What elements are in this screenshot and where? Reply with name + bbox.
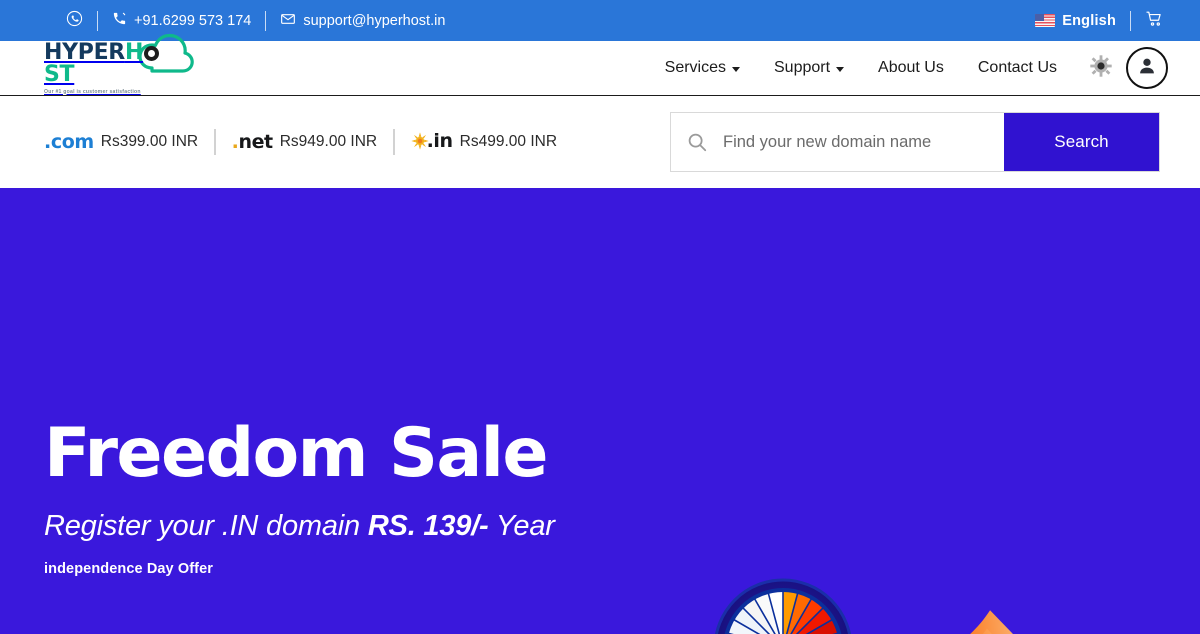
logo-wordmark: HYPERHST	[44, 39, 184, 87]
sun-gear-icon	[1089, 54, 1113, 83]
topbar-divider-2	[265, 10, 267, 31]
nav-item-about-us[interactable]: About Us	[861, 59, 961, 77]
hero-subtitle-prefix: Register your .IN domain	[44, 510, 368, 542]
domain-search-bar: .com Rs399.00 INR .net Rs949.00 INR .in …	[0, 96, 1200, 188]
theme-toggle-button[interactable]	[1088, 54, 1114, 83]
tld-item-net[interactable]: .net Rs949.00 INR	[216, 131, 393, 153]
nav-label-contact-us: Contact Us	[977, 59, 1057, 76]
tld-name-com: .com	[44, 131, 94, 153]
language-label: English	[1062, 12, 1116, 29]
hero-subtitle-suffix: Year	[488, 510, 555, 542]
language-selector[interactable]: English	[1021, 13, 1130, 29]
nav-label-support: Support	[774, 59, 831, 76]
chevron-down-icon	[732, 67, 740, 72]
tld-name-in: .in	[410, 130, 453, 155]
search-icon	[671, 131, 723, 153]
nav-label-about-us: About Us	[878, 59, 944, 76]
hero-title: Freedom Sale	[44, 414, 548, 493]
whatsapp-icon	[66, 10, 83, 31]
logo-tagline: Our #1 goal is customer satisfaction	[44, 88, 141, 95]
hero-subtitle-price: RS. 139/-	[367, 510, 489, 542]
tld-price-net: Rs949.00 INR	[279, 133, 378, 150]
us-flag-icon	[1035, 14, 1056, 27]
topbar-right-group: English	[1021, 9, 1178, 32]
phone-link[interactable]: +91.6299 573 174	[98, 11, 265, 30]
logo-text-st: ST	[44, 61, 75, 87]
shopping-cart-icon	[1145, 9, 1164, 32]
domain-search-box: Search	[670, 112, 1160, 172]
tld-price-in: Rs499.00 INR	[459, 133, 558, 150]
main-navigation: Services Support About Us Contact Us	[648, 47, 1168, 89]
account-button[interactable]	[1126, 47, 1168, 89]
hero-copy-block: Freedom Sale Register your .IN domain RS…	[44, 414, 555, 578]
logo-text-h: H	[124, 39, 144, 65]
email-address: support@hyperhost.in	[303, 12, 446, 29]
site-header: HYPERHST Our #1 goal is customer satisfa…	[0, 33, 1200, 96]
tld-name-net: .net	[231, 131, 274, 153]
search-button[interactable]: Search	[1004, 113, 1159, 171]
email-link[interactable]: support@hyperhost.in	[266, 11, 459, 31]
hero-subtitle: Register your .IN domain RS. 139/- Year	[44, 510, 555, 543]
topbar-divider-3	[1130, 10, 1131, 31]
phone-number: +91.6299 573 174	[134, 12, 252, 29]
tld-item-in[interactable]: .in Rs499.00 INR	[395, 130, 573, 155]
nav-item-contact-us[interactable]: Contact Us	[961, 59, 1074, 77]
site-logo[interactable]: HYPERHST Our #1 goal is customer satisfa…	[44, 33, 194, 95]
user-avatar-icon	[1136, 55, 1158, 82]
tld-price-com: Rs399.00 INR	[100, 133, 199, 150]
whatsapp-link[interactable]	[52, 10, 97, 31]
envelope-icon	[280, 11, 296, 31]
tld-price-list: .com Rs399.00 INR .net Rs949.00 INR .in …	[44, 129, 573, 155]
republic-day-artwork	[690, 543, 1090, 634]
hero-banner: Freedom Sale Register your .IN domain RS…	[0, 188, 1200, 634]
search-input[interactable]	[723, 113, 1004, 171]
phone-icon	[112, 11, 127, 30]
nav-label-services: Services	[664, 59, 726, 76]
tld-item-com[interactable]: .com Rs399.00 INR	[44, 131, 214, 153]
nav-item-support[interactable]: Support	[757, 59, 861, 77]
topbar-divider-1	[97, 10, 98, 31]
nav-item-services[interactable]: Services	[648, 59, 757, 77]
chevron-down-icon	[836, 67, 845, 72]
topbar-left-group: +91.6299 573 174 support@hyperhost.in	[52, 10, 459, 31]
hero-note: independence Day Offer	[44, 561, 213, 577]
logo-o-mark	[144, 45, 160, 61]
cart-button[interactable]	[1131, 9, 1178, 32]
